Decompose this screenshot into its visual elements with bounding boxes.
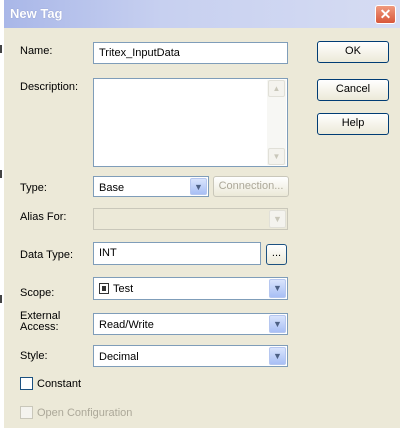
close-icon: ✕ bbox=[379, 6, 392, 22]
ok-button[interactable]: OK bbox=[317, 41, 389, 63]
title-bar[interactable]: New Tag ✕ bbox=[4, 0, 400, 28]
scroll-up-button[interactable]: ▲ bbox=[268, 80, 285, 97]
type-select[interactable]: Base ▼ bbox=[93, 176, 209, 197]
controller-icon bbox=[99, 283, 109, 294]
edge-mark bbox=[0, 170, 2, 178]
chevron-down-icon[interactable]: ▼ bbox=[269, 210, 286, 228]
style-select[interactable]: Decimal ▼ bbox=[93, 345, 288, 367]
scope-value: Test bbox=[113, 283, 134, 295]
scope-label: Scope: bbox=[20, 287, 55, 299]
style-label: Style: bbox=[20, 350, 48, 362]
description-label: Description: bbox=[20, 81, 79, 93]
connection-button[interactable]: Connection... bbox=[213, 176, 289, 197]
type-value: Base bbox=[99, 182, 125, 194]
chevron-down-icon[interactable]: ▼ bbox=[269, 279, 286, 298]
open-configuration-label[interactable]: Open Configuration bbox=[37, 407, 132, 419]
chevron-down-icon[interactable]: ▼ bbox=[269, 347, 286, 365]
data-type-browse-button[interactable]: ... bbox=[266, 244, 287, 265]
name-input[interactable]: Tritex_InputData bbox=[93, 42, 288, 64]
style-value: Decimal bbox=[99, 351, 139, 363]
external-access-value: Read/Write bbox=[99, 319, 154, 331]
edge-mark bbox=[0, 295, 2, 303]
alias-for-select[interactable]: ▼ bbox=[93, 208, 288, 230]
chevron-down-icon[interactable]: ▼ bbox=[190, 178, 207, 195]
type-label: Type: bbox=[20, 182, 47, 194]
cancel-button[interactable]: Cancel bbox=[317, 79, 389, 101]
name-label: Name: bbox=[20, 45, 53, 57]
close-button[interactable]: ✕ bbox=[375, 5, 396, 24]
constant-label[interactable]: Constant bbox=[37, 378, 81, 390]
external-access-select[interactable]: Read/Write ▼ bbox=[93, 313, 288, 335]
data-type-label: Data Type: bbox=[20, 249, 73, 261]
constant-checkbox[interactable] bbox=[20, 377, 33, 390]
external-access-label-line2: Access: bbox=[20, 321, 59, 333]
dialog-title: New Tag bbox=[10, 6, 63, 21]
alias-for-label: Alias For: bbox=[20, 211, 67, 223]
chevron-down-icon[interactable]: ▼ bbox=[269, 315, 286, 333]
scroll-down-button[interactable]: ▼ bbox=[268, 148, 285, 165]
data-type-input[interactable]: INT bbox=[93, 242, 261, 265]
new-tag-dialog: New Tag ✕ Name: Tritex_InputData Descrip… bbox=[4, 0, 400, 428]
description-textarea[interactable]: ▲ ▼ bbox=[93, 78, 288, 167]
description-scrollbar[interactable]: ▲ ▼ bbox=[267, 80, 286, 165]
open-configuration-checkbox[interactable] bbox=[20, 406, 33, 419]
edge-mark bbox=[0, 45, 2, 53]
scope-select[interactable]: Test ▼ bbox=[93, 277, 288, 300]
help-button[interactable]: Help bbox=[317, 113, 389, 135]
